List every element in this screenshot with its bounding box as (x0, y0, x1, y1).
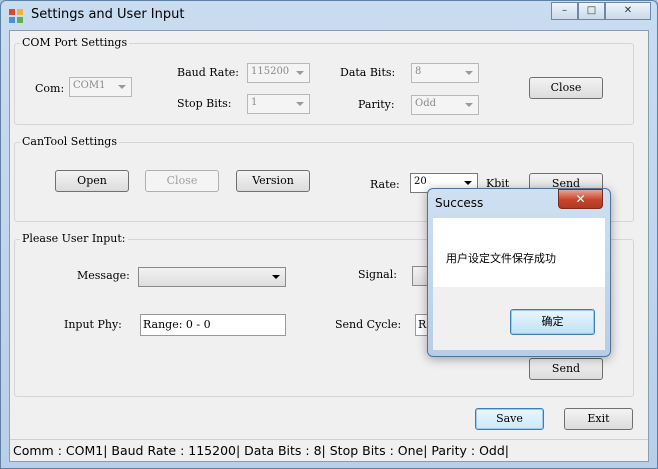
com-value: COM1 (73, 80, 106, 91)
send-cycle-label: Send Cycle: (335, 318, 402, 331)
open-button[interactable]: Open (55, 170, 129, 192)
user-input-group-title: Please User Input: (20, 232, 128, 245)
app-icon (9, 9, 23, 23)
cantool-group-title: CanTool Settings (20, 135, 119, 148)
chevron-down-icon (465, 103, 473, 107)
window-title: Settings and User Input (31, 7, 185, 22)
chevron-down-icon (296, 102, 304, 106)
chevron-down-icon (272, 275, 280, 279)
minimize-button[interactable]: – (551, 2, 578, 20)
success-dialog: Success ✕ 用户设定文件保存成功 确定 (427, 188, 611, 357)
parity-label: Parity: (358, 98, 395, 111)
data-bits-value: 8 (415, 66, 422, 77)
maximize-button[interactable]: □ (578, 2, 605, 20)
chevron-down-icon (118, 85, 126, 89)
rate-value: 20 (414, 176, 427, 187)
data-bits-select[interactable]: 8 (411, 63, 479, 83)
input-phy-field[interactable]: Range: 0 - 0 (140, 314, 286, 336)
parity-select[interactable]: Odd (411, 95, 479, 115)
baud-rate-label: Baud Rate: (177, 66, 239, 79)
version-button[interactable]: Version (236, 170, 310, 192)
stop-bits-select[interactable]: 1 (247, 94, 310, 114)
chevron-down-icon (464, 181, 472, 185)
dialog-message: 用户设定文件保存成功 (446, 252, 556, 265)
baud-rate-select[interactable]: 115200 (247, 63, 310, 83)
message-label: Message: (77, 269, 130, 282)
status-bar: Comm : COM1| Baud Rate : 115200| Data Bi… (10, 439, 648, 461)
stop-bits-value: 1 (251, 97, 258, 108)
message-send-button[interactable]: Send (529, 358, 603, 380)
title-bar[interactable]: Settings and User Input – □ ✕ (1, 1, 657, 30)
com-close-button[interactable]: Close (529, 77, 603, 99)
data-bits-label: Data Bits: (340, 66, 396, 79)
baud-rate-value: 115200 (251, 66, 290, 77)
dialog-title: Success (435, 196, 484, 210)
message-select[interactable] (138, 267, 286, 287)
stop-bits-label: Stop Bits: (177, 97, 232, 110)
exit-button[interactable]: Exit (564, 408, 633, 430)
dialog-close-button[interactable]: ✕ (558, 189, 603, 209)
rate-label: Rate: (370, 178, 400, 191)
parity-value: Odd (415, 98, 437, 109)
chevron-down-icon (296, 71, 304, 75)
signal-label: Signal: (358, 268, 397, 281)
cantool-close-button[interactable]: Close (145, 170, 219, 192)
dialog-body: 用户设定文件保存成功 (433, 218, 605, 287)
com-label: Com: (35, 82, 65, 95)
save-button[interactable]: Save (475, 408, 544, 430)
dialog-footer: 确定 (433, 287, 605, 350)
dialog-ok-button[interactable]: 确定 (510, 309, 595, 335)
window-close-button[interactable]: ✕ (605, 2, 651, 20)
com-select[interactable]: COM1 (69, 77, 132, 97)
input-phy-label: Input Phy: (64, 318, 122, 331)
com-port-group-title: COM Port Settings (20, 36, 130, 49)
chevron-down-icon (465, 71, 473, 75)
